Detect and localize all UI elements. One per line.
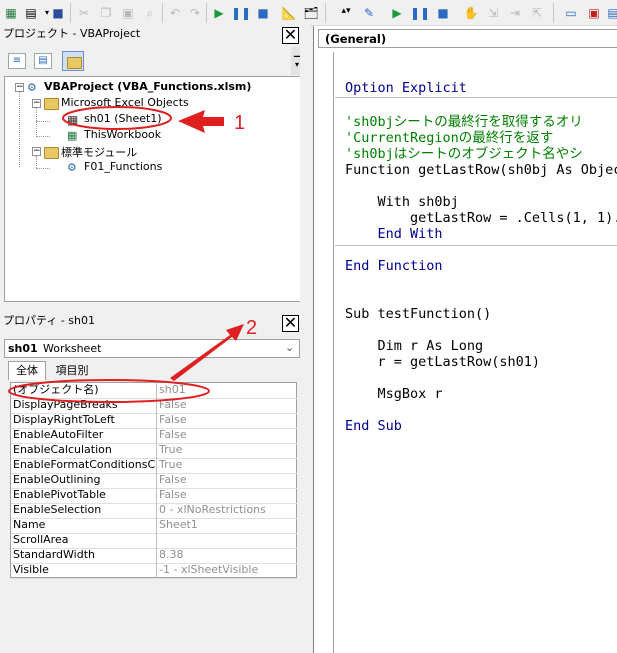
annotation-circle-sh01 (62, 106, 172, 130)
annotation-layer (8, 106, 244, 403)
annotation-arrow-1 (178, 110, 224, 133)
annotation-label-1: 1 (234, 112, 246, 134)
annotation-label-2: 2 (246, 317, 258, 339)
annotation-circle-object-name (8, 379, 210, 403)
annotation-arrow-2 (170, 324, 244, 381)
